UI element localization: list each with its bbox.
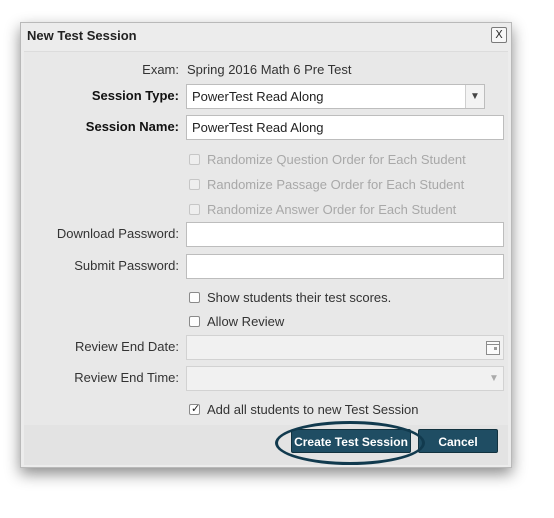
chevron-down-icon: ▼ <box>485 367 503 390</box>
submit-password-input[interactable] <box>186 254 504 279</box>
dialog-body: Exam: Spring 2016 Math 6 Pre Test Sessio… <box>24 51 508 458</box>
new-test-session-dialog: New Test Session X Exam: Spring 2016 Mat… <box>20 22 512 468</box>
show-scores-label: Show students their test scores. <box>207 290 392 305</box>
checkbox-box <box>189 204 200 215</box>
allow-review-label: Allow Review <box>207 314 285 329</box>
review-end-time-label: Review End Time: <box>74 370 179 385</box>
add-all-students-label: Add all students to new Test Session <box>207 402 419 417</box>
session-type-select[interactable]: PowerTest Read Along ▼ <box>186 84 485 109</box>
checkbox-box <box>189 179 200 190</box>
review-end-date-label: Review End Date: <box>74 339 179 354</box>
session-type-label: Session Type: <box>91 88 179 103</box>
checkbox-box <box>189 316 200 327</box>
close-button[interactable]: X <box>491 27 507 43</box>
randomize-passage-label: Randomize Passage Order for Each Student <box>207 177 465 192</box>
dialog-title: New Test Session <box>27 28 137 43</box>
download-password-input[interactable] <box>186 222 504 247</box>
calendar-icon[interactable] <box>485 339 501 356</box>
checkbox-box <box>189 154 200 165</box>
cancel-button[interactable]: Cancel <box>418 429 498 453</box>
randomize-question-label: Randomize Question Order for Each Studen… <box>207 152 466 167</box>
checkbox-box: ✓ <box>189 402 201 415</box>
review-end-date-input[interactable] <box>186 335 504 360</box>
checkbox-box <box>189 292 200 303</box>
session-type-value: PowerTest Read Along <box>192 89 324 104</box>
close-icon: X <box>495 28 503 41</box>
check-icon: ✓ <box>191 402 201 415</box>
session-name-input[interactable]: PowerTest Read Along <box>186 115 504 140</box>
review-end-time-select[interactable]: ▼ <box>186 366 504 391</box>
chevron-down-icon: ▼ <box>465 85 484 108</box>
create-test-session-button[interactable]: Create Test Session <box>291 429 411 453</box>
dialog-titlebar: New Test Session X <box>21 23 511 49</box>
session-name-label: Session Name: <box>85 119 179 134</box>
session-name-value: PowerTest Read Along <box>192 120 324 135</box>
randomize-answer-label: Randomize Answer Order for Each Student <box>207 202 457 217</box>
submit-password-label: Submit Password: <box>74 258 179 273</box>
exam-value: Spring 2016 Math 6 Pre Test <box>187 62 352 77</box>
download-password-label: Download Password: <box>56 226 179 241</box>
exam-label: Exam: <box>142 62 179 77</box>
